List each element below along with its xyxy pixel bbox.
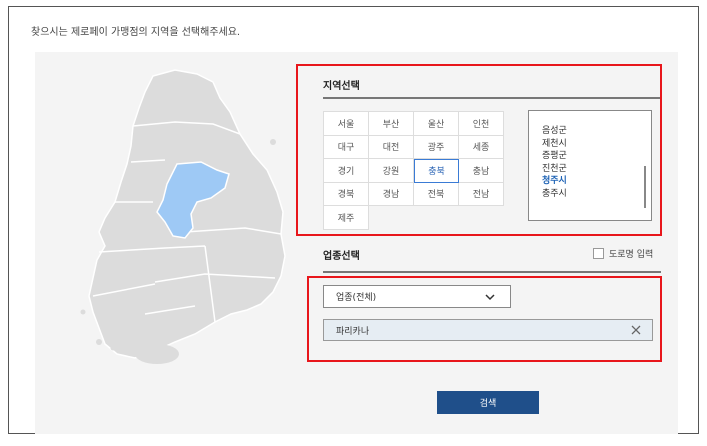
road-name-label: 도로명 입력 [609,250,654,260]
region-highlight-box [296,64,662,236]
korea-map[interactable] [35,52,305,434]
map-island-jeju [135,344,179,364]
map-island-1 [96,339,102,345]
business-section-divider [323,271,661,273]
map-island-2 [110,345,116,351]
road-name-toggle[interactable]: 도로명 입력 [593,247,653,260]
road-name-checkbox[interactable] [593,248,604,259]
map-island-3 [80,309,86,315]
business-highlight-box [307,276,662,362]
business-section-title: 업종선택 [323,251,360,262]
map-island-4 [270,139,276,145]
search-button[interactable]: 검색 [437,391,539,414]
intro-text: 찾으시는 제로페이 가맹점의 지역을 선택해주세요. [31,27,241,38]
